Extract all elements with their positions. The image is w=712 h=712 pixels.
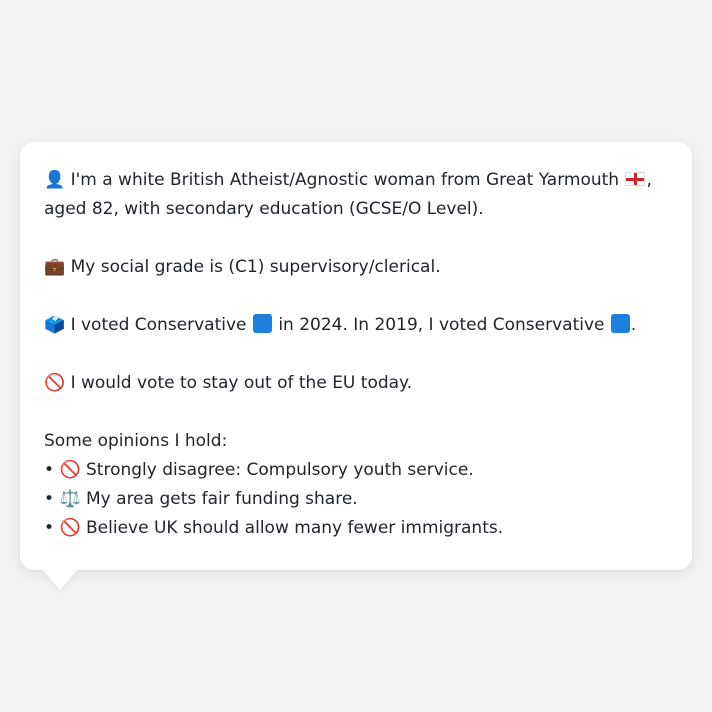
intro-paragraph: 👤 I'm a white British Atheist/Agnostic w… (44, 166, 676, 224)
vote-text-1: I voted Conservative (65, 315, 252, 335)
eu-paragraph: 🚫 I would vote to stay out of the EU tod… (44, 369, 676, 398)
balance-scale-icon: ⚖️ (59, 489, 81, 509)
bullet: • (44, 489, 55, 509)
vote-text-3: . (630, 315, 637, 335)
profile-message-bubble: 👤 I'm a white British Atheist/Agnostic w… (20, 142, 692, 570)
intro-text: I'm a white British Atheist/Agnostic wom… (65, 170, 625, 190)
prohibited-icon: 🚫 (59, 460, 81, 480)
vote-paragraph: 🗳️ I voted Conservative in 2024. In 2019… (44, 311, 676, 340)
england-flag-icon (625, 172, 646, 186)
opinion-text: My area gets fair funding share. (80, 489, 358, 509)
opinions-heading: Some opinions I hold: (44, 431, 228, 451)
list-item: • 🚫 Strongly disagree: Compulsory youth … (44, 456, 676, 485)
eu-text: I would vote to stay out of the EU today… (65, 373, 413, 393)
blue-square-icon (610, 314, 630, 333)
blue-square-icon (252, 314, 272, 333)
prohibited-icon: 🚫 (59, 518, 81, 538)
opinion-text: Believe UK should allow many fewer immig… (80, 518, 504, 538)
opinions-list: • 🚫 Strongly disagree: Compulsory youth … (44, 456, 676, 543)
bubble-tail (42, 569, 78, 590)
social-grade-text: My social grade is (C1) supervisory/cler… (65, 257, 441, 277)
ballot-box-icon: 🗳️ (44, 315, 66, 335)
vote-text-2: in 2024. In 2019, I voted Conservative (272, 315, 610, 335)
bullet: • (44, 460, 55, 480)
bullet: • (44, 518, 55, 538)
social-grade-paragraph: 💼 My social grade is (C1) supervisory/cl… (44, 253, 676, 282)
briefcase-icon: 💼 (44, 257, 66, 277)
prohibited-icon: 🚫 (44, 373, 66, 393)
list-item: • 🚫 Believe UK should allow many fewer i… (44, 514, 676, 543)
list-item: • ⚖️ My area gets fair funding share. (44, 485, 676, 514)
opinion-text: Strongly disagree: Compulsory youth serv… (80, 460, 474, 480)
person-icon: 👤 (44, 170, 66, 190)
